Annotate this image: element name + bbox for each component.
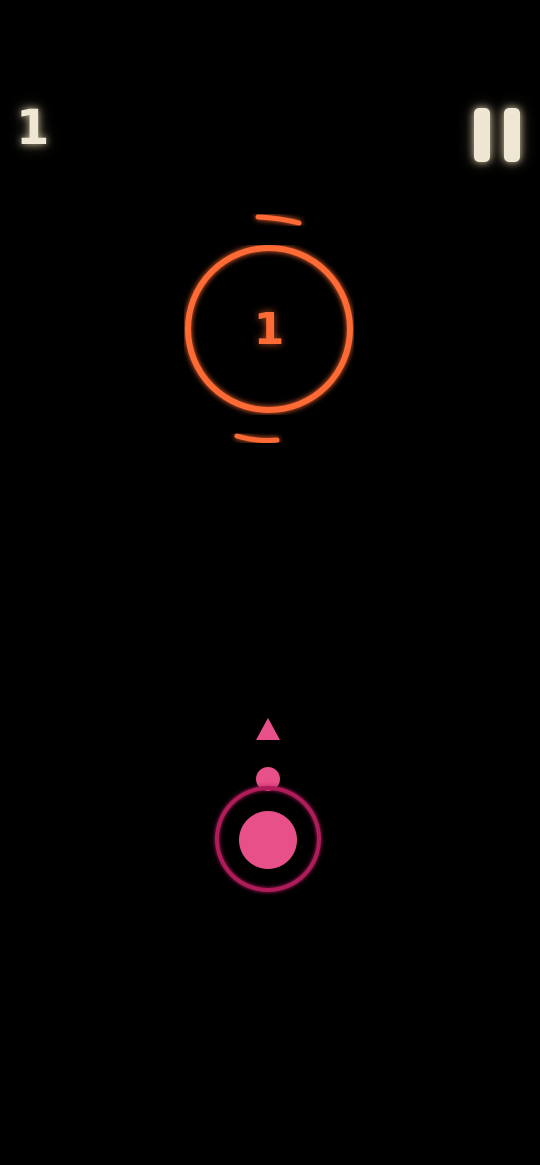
target-shields — [234, 214, 302, 443]
player-core — [239, 811, 297, 869]
score-counter: 1 — [16, 100, 50, 156]
player-launcher[interactable] — [200, 700, 340, 910]
game-stage[interactable]: 1 1 — [0, 0, 540, 1165]
pause-bar-left — [474, 108, 490, 162]
aim-arrow-icon — [256, 718, 280, 740]
pause-bar-right — [504, 108, 520, 162]
target-hits-remaining: 1 — [253, 304, 285, 355]
target-circle: 1 — [184, 245, 354, 415]
pause-button[interactable] — [468, 104, 528, 166]
shield-arc-bottom — [234, 433, 280, 443]
shield-arc-top — [255, 214, 302, 226]
